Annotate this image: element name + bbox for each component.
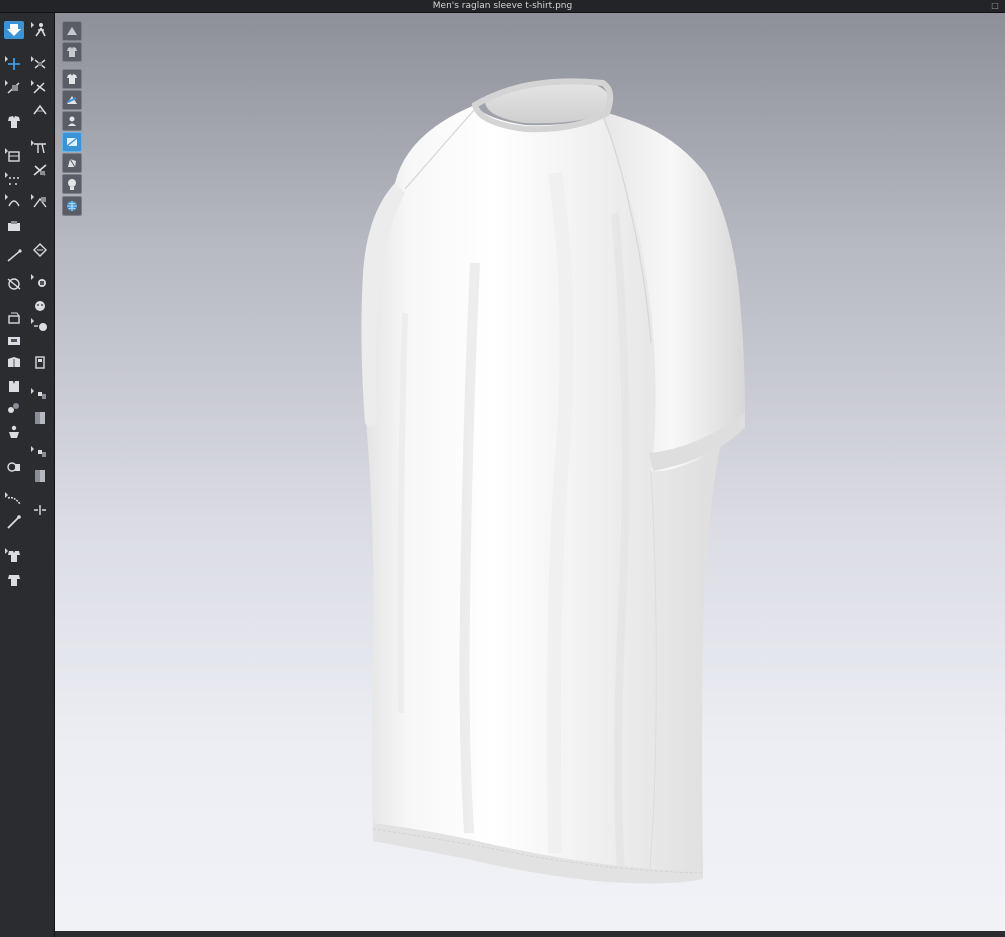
brush-icon[interactable] [30, 409, 50, 427]
free-sewing-icon[interactable] [30, 193, 50, 211]
edit-point-icon[interactable] [30, 79, 50, 97]
material-icon[interactable] [4, 217, 24, 235]
app-window: Men's raglan sleeve t-shirt.png □ [0, 0, 1005, 937]
zipper-icon[interactable] [30, 297, 50, 315]
button-icon[interactable] [4, 309, 24, 327]
status-bar [55, 931, 1005, 937]
avatar-pose-icon[interactable] [30, 21, 50, 39]
segment-sewing-icon[interactable] [4, 171, 24, 189]
sewing-icon[interactable] [30, 139, 50, 157]
pen-icon[interactable] [4, 491, 24, 509]
garment-3d-model[interactable] [55, 13, 1005, 931]
fitting-icon[interactable] [30, 501, 50, 519]
layer-icon[interactable] [30, 353, 50, 371]
fabric-icon[interactable] [30, 387, 50, 405]
back-view-icon[interactable] [4, 571, 24, 589]
simulation-icon[interactable] [4, 113, 24, 131]
grid-icon[interactable] [4, 147, 24, 165]
edit-pattern-icon[interactable] [30, 55, 50, 73]
garment-icon[interactable] [4, 377, 24, 395]
title-bar: Men's raglan sleeve t-shirt.png □ [0, 0, 1005, 13]
split-icon[interactable] [30, 467, 50, 485]
fold-icon[interactable] [30, 101, 50, 119]
measure-tape-icon[interactable] [4, 513, 24, 531]
transform-icon[interactable] [4, 55, 24, 73]
pin-icon[interactable] [30, 161, 50, 179]
3d-viewport[interactable] [55, 13, 1005, 931]
topstitch-icon[interactable] [30, 317, 50, 335]
pattern-icon[interactable] [4, 247, 24, 265]
stitch-icon[interactable] [30, 241, 50, 259]
rigging-icon[interactable] [4, 457, 24, 475]
line-icon[interactable] [4, 275, 24, 293]
avatar-icon[interactable] [4, 423, 24, 441]
front-view-icon[interactable] [4, 547, 24, 565]
measure-icon[interactable] [30, 273, 50, 291]
window-title: Men's raglan sleeve t-shirt.png [432, 1, 573, 11]
print-icon[interactable] [4, 353, 24, 371]
restore-window-icon[interactable]: □ [991, 0, 999, 12]
left-toolbar [0, 13, 55, 937]
tape-icon[interactable] [30, 445, 50, 463]
shirt-icon[interactable] [4, 399, 24, 417]
edit-curve-icon[interactable] [4, 193, 24, 211]
tack-icon[interactable] [4, 79, 24, 97]
buttonhole-icon[interactable] [4, 331, 24, 349]
garment-select-icon[interactable] [4, 21, 24, 39]
